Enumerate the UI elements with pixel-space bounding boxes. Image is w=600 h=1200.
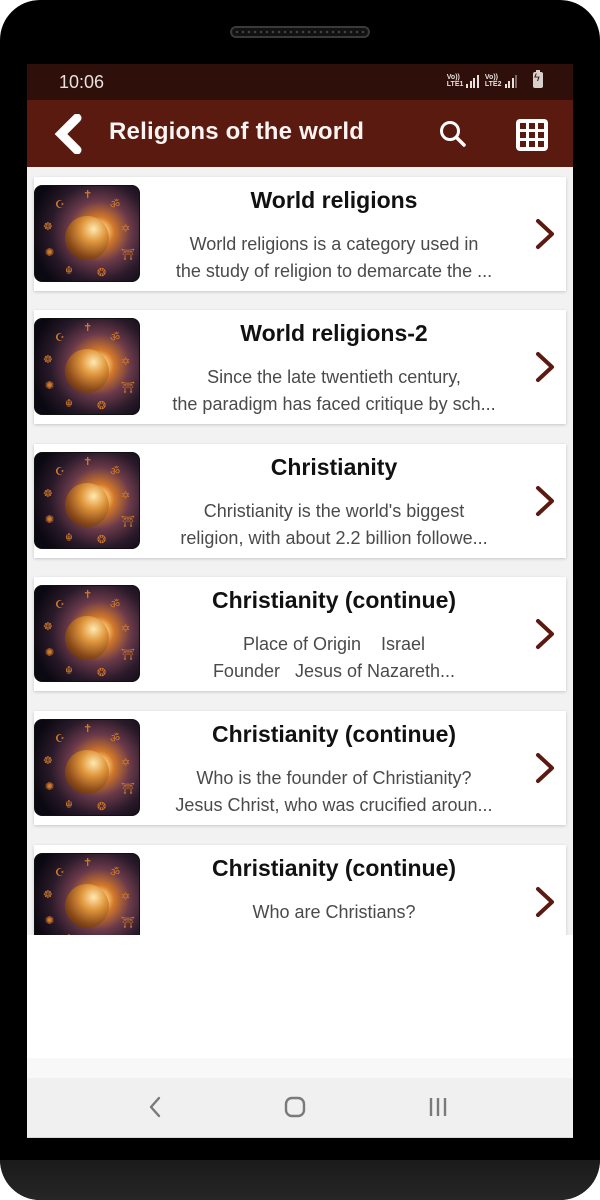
list-item[interactable]: ✝ ☪ ॐ ☸ ✡ ✺ ⛩ ☬ ❂ World religions World religi… bbox=[34, 177, 566, 291]
open-item-button[interactable] bbox=[532, 217, 558, 251]
nav-recents-icon bbox=[429, 1098, 447, 1116]
item-title: Christianity (continue) bbox=[211, 587, 457, 613]
nav-recents-button[interactable] bbox=[427, 1095, 449, 1119]
search-icon bbox=[440, 121, 466, 147]
screen: 10:06 Vo)) LTE1 Vo)) LTE2 ϟ Religions of… bbox=[27, 64, 573, 1138]
chevron-left-icon bbox=[54, 113, 82, 155]
item-description-line: Founder Jesus of Nazareth... bbox=[212, 661, 456, 681]
list-item[interactable]: ✝ ☪ ॐ ☸ ✡ ✺ ⛩ ☬ ❂ World religions-2 Since the … bbox=[34, 310, 566, 424]
item-description: World religions is a category used in th… bbox=[144, 231, 524, 285]
signal-icon bbox=[466, 74, 479, 88]
sim2-lte-label: LTE2 bbox=[484, 81, 502, 88]
religions-globe-thumbnail: ✝☪ॐ ☸✡✺ ⛩☬❂ bbox=[34, 585, 140, 682]
item-title: World religions-2 bbox=[240, 320, 428, 346]
item-description: Who is the founder of Christianity? Jesu… bbox=[144, 765, 524, 819]
list-item[interactable]: ✝☪ॐ ☸✡✺ ⛩☬❂ Christianity (continue) Who … bbox=[34, 845, 566, 935]
list-item[interactable]: ✝ ☪ ॐ ☸ ✡ ✺ ⛩ ☬ ❂ Christianity Christianity is… bbox=[34, 444, 566, 558]
item-description: Place of Origin Israel Founder Jesus of … bbox=[144, 631, 524, 685]
item-title: Christianity (continue) bbox=[211, 855, 457, 881]
item-description-line: Christianity is the world's biggest bbox=[203, 501, 465, 521]
sim1-volte-label: Vo)) bbox=[446, 74, 460, 81]
nav-back-icon bbox=[149, 1096, 161, 1118]
religions-globe-thumbnail: ✝☪ॐ ☸✡✺ ⛩☬❂ bbox=[34, 452, 140, 549]
open-item-button[interactable] bbox=[532, 885, 558, 919]
chevron-right-icon bbox=[536, 753, 554, 783]
sim2-volte-indicator: Vo)) LTE2 bbox=[485, 74, 502, 88]
system-nav-bar bbox=[27, 1078, 573, 1138]
nav-back-button[interactable] bbox=[145, 1094, 165, 1120]
religions-globe-thumbnail: ✝☪ॐ ☸✡✺ ⛩☬❂ bbox=[34, 185, 140, 282]
item-description-line: Place of Origin Israel bbox=[242, 634, 426, 654]
item-description-line: Who are Christians? bbox=[252, 902, 416, 922]
item-description-line: the paradigm has faced critique by sch..… bbox=[172, 394, 496, 414]
signal-icon bbox=[504, 74, 517, 88]
grid-icon bbox=[516, 119, 548, 151]
item-title: World religions bbox=[250, 187, 418, 213]
item-title: Christianity bbox=[270, 454, 398, 480]
item-description-line: World religions is a category used in bbox=[189, 234, 479, 254]
item-description-line: religion, with about 2.2 billion followe… bbox=[180, 528, 488, 548]
open-item-button[interactable] bbox=[532, 484, 558, 518]
religions-globe-thumbnail: ✝☪ॐ ☸✡✺ ⛩☬❂ bbox=[34, 719, 140, 816]
list-item[interactable]: ✝☪ॐ ☸✡✺ ⛩☬❂ Christianity (continue) Who … bbox=[34, 711, 566, 825]
battery-charging-icon bbox=[533, 70, 543, 88]
open-item-button[interactable] bbox=[532, 617, 558, 651]
grid-view-button[interactable] bbox=[515, 118, 549, 152]
chevron-right-icon bbox=[536, 352, 554, 382]
item-description-line: Who is the founder of Christianity? bbox=[196, 768, 472, 788]
item-description: Christianity is the world's biggest reli… bbox=[144, 498, 524, 552]
item-description-line: the study of religion to demarcate the .… bbox=[175, 261, 493, 281]
search-button[interactable] bbox=[437, 118, 469, 150]
item-description: Since the late twentieth century, the pa… bbox=[144, 364, 524, 418]
religions-globe-thumbnail: ✝☪ॐ ☸✡✺ ⛩☬❂ bbox=[34, 853, 140, 935]
list-item[interactable]: ✝ ☪ ॐ ☸ ✡ ✺ ⛩ ☬ ❂ Christianity (continue) Plac… bbox=[34, 577, 566, 691]
open-item-button[interactable] bbox=[532, 751, 558, 785]
empty-area-shade bbox=[27, 1058, 573, 1078]
nav-home-icon bbox=[284, 1096, 306, 1118]
sim1-lte-label: LTE1 bbox=[446, 81, 464, 88]
item-description: Who are Christians? bbox=[144, 899, 524, 926]
article-list: ✝ ☪ ॐ ☸ ✡ ✺ ⛩ ☬ ❂ World religions World religi… bbox=[27, 167, 573, 935]
phone-chin bbox=[0, 1160, 600, 1200]
status-bar: 10:06 Vo)) LTE1 Vo)) LTE2 bbox=[27, 64, 573, 100]
item-description-line: Since the late twentieth century, bbox=[207, 367, 461, 387]
chevron-right-icon bbox=[536, 619, 554, 649]
empty-area bbox=[27, 935, 573, 1078]
item-title: Christianity (continue) bbox=[211, 721, 457, 747]
back-button[interactable] bbox=[53, 113, 93, 155]
nav-home-button[interactable] bbox=[284, 1096, 306, 1118]
religions-globe-thumbnail: ✝☪ॐ ☸✡✺ ⛩☬❂ bbox=[34, 318, 140, 415]
phone-frame: 10:06 Vo)) LTE1 Vo)) LTE2 ϟ Religions of… bbox=[0, 0, 600, 1200]
status-icons: Vo)) LTE1 Vo)) LTE2 bbox=[447, 70, 543, 88]
sim1-volte-indicator: Vo)) LTE1 bbox=[447, 74, 464, 88]
item-description-line: Jesus Christ, who was crucified aroun... bbox=[175, 795, 493, 815]
speaker-grille bbox=[230, 26, 370, 38]
app-bar: Religions of the world bbox=[27, 100, 573, 167]
chevron-right-icon bbox=[536, 887, 554, 917]
open-item-button[interactable] bbox=[532, 350, 558, 384]
chevron-right-icon bbox=[536, 219, 554, 249]
sim2-volte-label: Vo)) bbox=[484, 74, 498, 81]
status-time: 10:06 bbox=[59, 72, 105, 92]
chevron-right-icon bbox=[536, 486, 554, 516]
page-title: Religions of the world bbox=[109, 118, 365, 145]
